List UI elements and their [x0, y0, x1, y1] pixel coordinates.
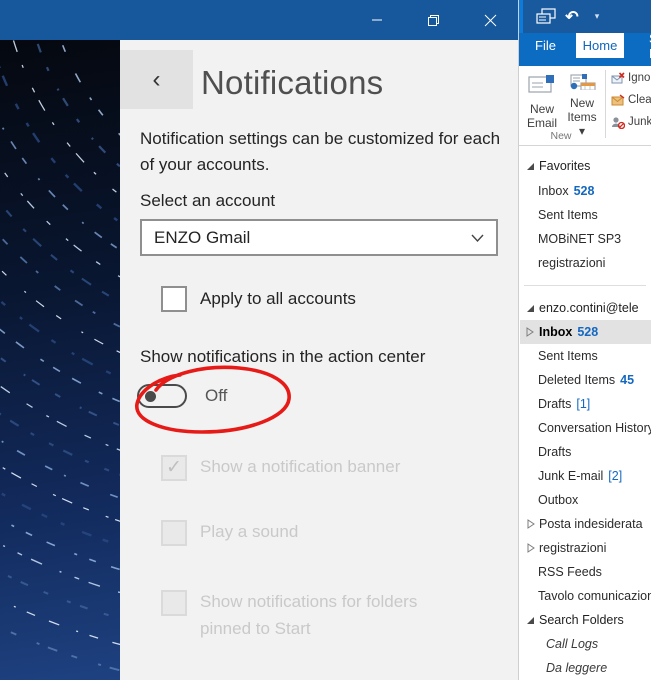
chevron-down-icon	[471, 228, 484, 248]
junk-icon	[612, 116, 625, 129]
folder-item-drafts[interactable]: Drafts [1]	[520, 392, 651, 416]
ribbon: New Email New Items ▾ New Igno Cle Junk	[519, 66, 651, 146]
tab-file[interactable]: File	[525, 33, 566, 58]
screenshot-root: ‹ Notifications Notification settings ca…	[0, 0, 651, 680]
folder-item-mobinet-fav[interactable]: MOBiNET SP3	[520, 227, 651, 251]
customize-qat-icon[interactable]: ▾	[589, 0, 605, 33]
ribbon-separator	[605, 70, 606, 138]
undo-icon[interactable]: ↶	[561, 0, 583, 33]
apply-all-checkbox[interactable]	[161, 286, 187, 312]
minimize-button[interactable]	[354, 0, 400, 40]
minimize-icon	[372, 19, 382, 21]
check-icon: ✓	[166, 457, 182, 478]
cleanup-button[interactable]: Clean Up	[611, 91, 651, 109]
folder-item-registrazioni-fav[interactable]: registrazioni	[520, 251, 651, 275]
notifications-settings-panel: ‹ Notifications Notification settings ca…	[120, 40, 518, 680]
ignore-icon	[611, 71, 625, 83]
restore-button[interactable]	[410, 0, 456, 40]
cleanup-icon	[611, 93, 625, 105]
toggle-knob	[145, 391, 156, 402]
action-center-toggle[interactable]	[137, 384, 187, 408]
item-count: 45	[620, 373, 635, 387]
folder-item-drafts2[interactable]: Drafts	[520, 440, 651, 464]
unread-count: 528	[573, 184, 595, 198]
account-header[interactable]: enzo.contini@tele	[520, 296, 651, 320]
settings-description: Notification settings can be customized …	[140, 129, 501, 174]
close-icon	[484, 14, 496, 26]
folder-item-outbox[interactable]: Outbox	[520, 488, 651, 512]
collapse-icon	[527, 519, 535, 529]
junk-button[interactable]: Junk	[611, 113, 651, 131]
folder-item-inbox-fav[interactable]: Inbox 528	[520, 179, 651, 203]
send-receive-icon[interactable]	[533, 0, 559, 33]
toggle-state-label: Off	[205, 386, 228, 405]
outlook-window: ↶ ▾ File Home Send / Receive New Email	[518, 0, 651, 680]
expand-icon	[527, 616, 534, 624]
folder-item-call-logs[interactable]: Call Logs	[520, 632, 651, 656]
close-button[interactable]	[467, 0, 513, 40]
tab-home[interactable]: Home	[576, 33, 624, 58]
collapse-icon	[527, 543, 535, 553]
ribbon-tab-row: File Home Send / Receive	[519, 31, 651, 66]
restore-icon	[427, 14, 439, 26]
folder-item-registrazioni[interactable]: registrazioni	[520, 536, 651, 560]
expand-icon	[527, 304, 534, 312]
banner-checkbox[interactable]: ✓	[161, 455, 187, 481]
banner-label: Show a notification banner	[200, 457, 401, 476]
quick-access-toolbar: ↶ ▾	[519, 0, 651, 33]
ribbon-group-label: New	[550, 130, 572, 142]
folder-item-conversation-history[interactable]: Conversation History	[520, 416, 651, 440]
desktop-wallpaper	[0, 40, 120, 680]
pinned-label: Show notifications for folders pinned to…	[200, 592, 418, 638]
folder-item-deleted[interactable]: Deleted Items 45	[520, 368, 651, 392]
account-dropdown-value: ENZO Gmail	[154, 227, 251, 247]
search-folders-header[interactable]: Search Folders	[520, 608, 651, 632]
back-button[interactable]: ‹	[120, 50, 193, 109]
folder-item-junk[interactable]: Junk E-mail [2]	[520, 464, 651, 488]
back-icon: ‹	[152, 65, 161, 93]
pane-divider	[524, 285, 646, 286]
item-count: [2]	[608, 469, 623, 483]
select-account-label: Select an account	[140, 191, 276, 210]
new-items-icon	[570, 74, 596, 90]
new-email-icon	[528, 75, 554, 93]
pinned-checkbox[interactable]	[161, 590, 187, 616]
folder-item-sent-fav[interactable]: Sent Items	[520, 203, 651, 227]
collapse-icon	[526, 327, 534, 337]
unread-count: 528	[577, 325, 599, 339]
new-email-button[interactable]: New Email	[523, 70, 561, 138]
sound-label: Play a sound	[200, 522, 299, 541]
sound-checkbox[interactable]	[161, 520, 187, 546]
new-items-button[interactable]: New Items ▾	[563, 70, 601, 138]
folder-item-inbox-selected[interactable]: Inbox 528	[520, 320, 651, 344]
mail-titlebar	[0, 0, 518, 40]
star-trails-art	[0, 40, 120, 672]
folder-item-posta-indesiderata[interactable]: Posta indesiderata	[520, 512, 651, 536]
ignore-button[interactable]: Ignore	[611, 69, 651, 87]
folder-item-sent[interactable]: Sent Items	[520, 344, 651, 368]
account-dropdown[interactable]: ENZO Gmail	[140, 219, 498, 256]
page-title: Notifications	[201, 64, 384, 101]
folder-item-da-leggere[interactable]: Da leggere	[520, 656, 651, 680]
expand-icon	[527, 162, 534, 170]
favorites-header[interactable]: Favorites	[520, 154, 651, 178]
action-center-label: Show notifications in the action center	[140, 347, 426, 366]
folder-item-rss[interactable]: RSS Feeds	[520, 560, 651, 584]
apply-all-label: Apply to all accounts	[200, 289, 356, 308]
item-count: [1]	[576, 397, 591, 411]
folder-item-tavolo[interactable]: Tavolo comunicazion	[520, 584, 651, 608]
tab-send-receive[interactable]: Send / Receive	[639, 31, 651, 61]
